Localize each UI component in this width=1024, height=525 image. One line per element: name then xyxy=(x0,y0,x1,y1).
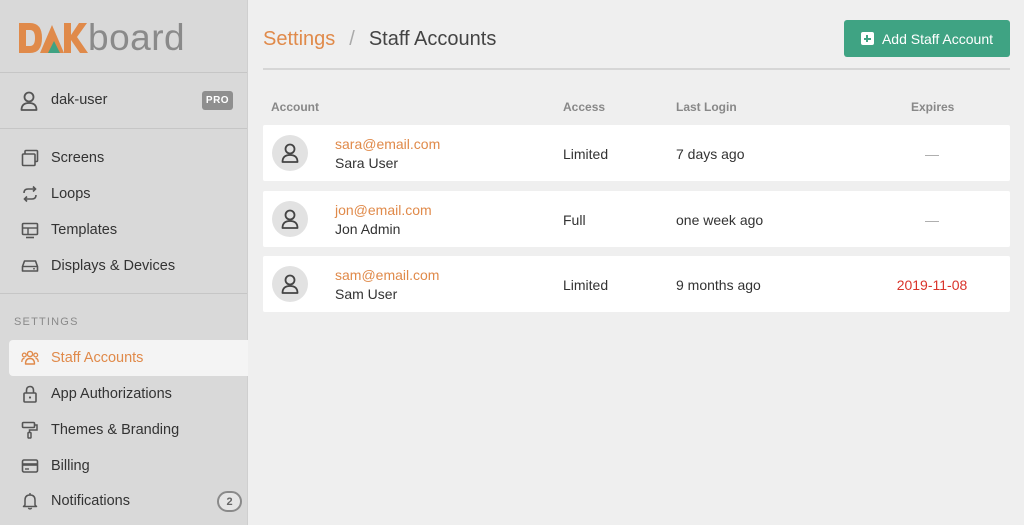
sidebar-item-label: Templates xyxy=(51,222,118,238)
breadcrumb-settings-link[interactable]: Settings xyxy=(263,28,335,51)
user-name: dak-user xyxy=(51,92,108,108)
sidebar-item-templates[interactable]: Templates xyxy=(9,212,248,248)
account-name: Sara User xyxy=(335,155,399,171)
divider xyxy=(0,293,247,294)
account-last-login: 9 months ago xyxy=(676,277,761,293)
bell-icon xyxy=(22,493,38,510)
account-access: Full xyxy=(563,212,586,228)
avatar xyxy=(272,266,308,302)
sidebar-item-billing[interactable]: Billing xyxy=(9,448,248,484)
add-staff-account-label: Add Staff Account xyxy=(881,30,994,47)
account-email-link[interactable]: sam@email.com xyxy=(335,267,439,283)
table-row[interactable]: sam@email.com Sam User Limited 9 months … xyxy=(263,256,1010,312)
sidebar-item-label: Notifications xyxy=(51,493,130,509)
sidebar-item-label: Screens xyxy=(51,150,105,166)
account-access: Limited xyxy=(563,277,609,293)
sidebar-item-themes-branding[interactable]: Themes & Branding xyxy=(9,412,248,448)
templates-icon xyxy=(21,222,39,239)
account-email-link[interactable]: jon@email.com xyxy=(335,202,432,218)
credit-card-icon xyxy=(21,459,39,473)
account-last-login: one week ago xyxy=(676,212,764,228)
user-icon xyxy=(281,274,299,294)
account-access: Limited xyxy=(563,146,609,162)
divider xyxy=(0,128,247,129)
sidebar-item-label: Staff Accounts xyxy=(51,350,144,366)
sidebar-item-app-authorizations[interactable]: App Authorizations xyxy=(9,376,248,412)
divider xyxy=(0,72,247,73)
avatar xyxy=(272,135,308,171)
column-header-expires: Expires xyxy=(911,100,955,114)
sidebar-item-label: Themes & Branding xyxy=(51,422,180,438)
account-last-login: 7 days ago xyxy=(676,146,745,162)
table-row[interactable]: jon@email.com Jon Admin Full one week ag… xyxy=(263,191,1010,247)
logo-text: board xyxy=(88,17,186,58)
paint-roller-icon xyxy=(21,421,38,439)
plus-icon xyxy=(860,32,874,45)
header-divider xyxy=(263,68,1010,70)
account-expires: — xyxy=(925,212,939,228)
device-icon xyxy=(21,260,39,272)
settings-section-title: SETTINGS xyxy=(14,316,79,328)
screens-icon xyxy=(21,149,39,167)
account-email-link[interactable]: sara@email.com xyxy=(335,136,440,152)
sidebar-item-screens[interactable]: Screens xyxy=(9,140,248,176)
table-row[interactable]: sara@email.com Sara User Limited 7 days … xyxy=(263,125,1010,181)
pro-badge: PRO xyxy=(202,91,233,110)
page-title: Staff Accounts xyxy=(368,28,497,50)
account-expires: — xyxy=(925,146,939,162)
account-name: Jon Admin xyxy=(335,221,401,237)
avatar xyxy=(272,201,308,237)
sidebar-item-displays-devices[interactable]: Displays & Devices xyxy=(9,248,248,284)
add-staff-account-button[interactable]: Add Staff Account xyxy=(844,20,1010,57)
column-header-account: Account xyxy=(271,100,319,114)
column-header-last-login: Last Login xyxy=(676,100,737,114)
sidebar-item-label: Displays & Devices xyxy=(51,258,176,274)
account-expires: 2019-11-08 xyxy=(896,277,968,293)
breadcrumb-separator: / xyxy=(349,28,355,50)
loop-icon xyxy=(23,185,37,203)
user-icon xyxy=(20,91,38,111)
sidebar-item-notifications[interactable]: Notifications xyxy=(9,483,248,519)
sidebar-item-label: Loops xyxy=(51,186,91,202)
dak-logo-mark xyxy=(19,23,88,53)
account-name: Sam User xyxy=(335,286,398,302)
sidebar: board dak-user PRO Screens Loops Templat… xyxy=(0,0,248,525)
notification-count-badge: 2 xyxy=(217,491,242,512)
sidebar-item-label: Billing xyxy=(51,458,90,474)
sidebar-item-label: App Authorizations xyxy=(51,386,172,402)
sidebar-item-staff-accounts[interactable]: Staff Accounts xyxy=(9,340,248,376)
breadcrumb: Settings / Staff Accounts xyxy=(263,28,496,51)
lock-icon xyxy=(23,385,37,403)
user-icon xyxy=(281,209,299,229)
user-icon xyxy=(281,143,299,163)
staff-icon xyxy=(21,350,39,365)
dakboard-logo[interactable]: board xyxy=(18,18,185,58)
column-header-access: Access xyxy=(563,100,606,114)
sidebar-item-loops[interactable]: Loops xyxy=(9,176,248,212)
